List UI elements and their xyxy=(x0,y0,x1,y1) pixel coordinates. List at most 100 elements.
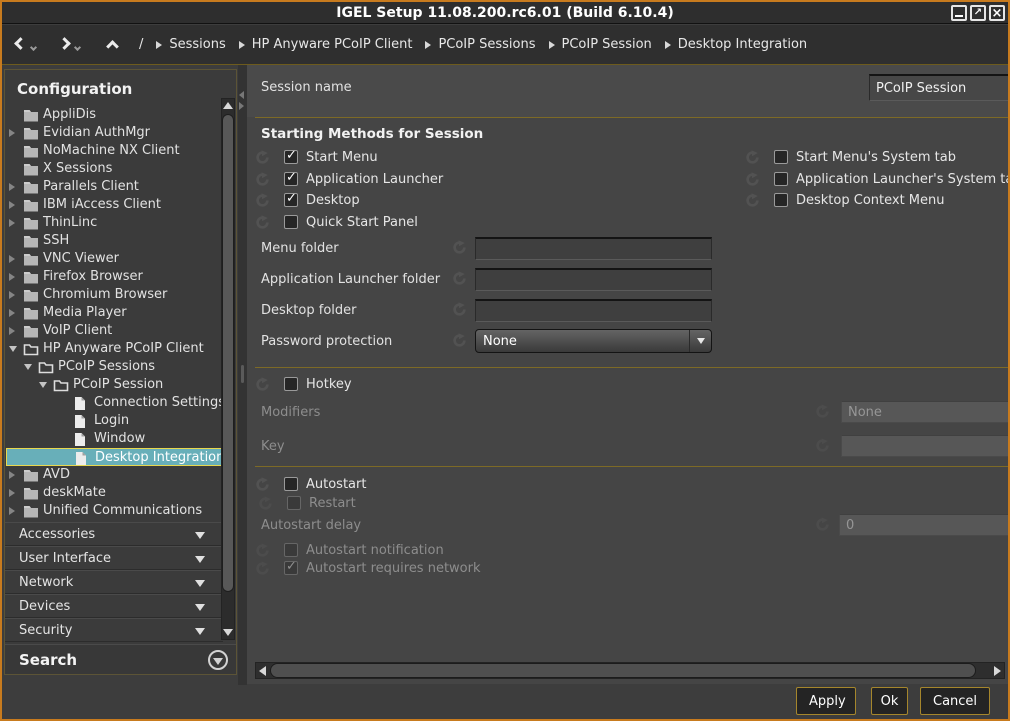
sidebar-item-x-sessions[interactable]: X Sessions xyxy=(5,160,236,178)
minimize-button[interactable] xyxy=(951,5,967,21)
sidebar-item-pcoip-sessions[interactable]: PCoIP Sessions xyxy=(5,358,236,376)
reset-to-default-icon[interactable] xyxy=(452,271,467,286)
autostart-checkbox[interactable] xyxy=(284,477,298,491)
cancel-button[interactable]: Cancel xyxy=(920,687,990,715)
reset-to-default-icon[interactable] xyxy=(745,150,760,165)
reset-to-default-icon[interactable] xyxy=(255,193,270,208)
expander-collapsed-icon[interactable] xyxy=(9,291,15,299)
expander-collapsed-icon[interactable] xyxy=(9,183,15,191)
search-section[interactable]: Search xyxy=(5,644,236,675)
apply-button[interactable]: Apply xyxy=(796,687,856,715)
sidebar-item-connection-settings[interactable]: Connection Settings xyxy=(5,394,236,412)
start-menu-checkbox[interactable] xyxy=(284,150,298,164)
checkbox-row-desktop[interactable]: Desktop xyxy=(255,191,360,209)
horizontal-scrollbar-thumb[interactable] xyxy=(270,663,976,678)
scroll-up-button[interactable] xyxy=(222,99,234,112)
menu-folder-input[interactable] xyxy=(475,237,712,260)
quick-start-panel-checkbox[interactable] xyxy=(284,215,298,229)
expander-collapsed-icon[interactable] xyxy=(9,201,15,209)
sidebar-item-nomachine-nx-client[interactable]: NoMachine NX Client xyxy=(5,142,236,160)
expander-collapsed-icon[interactable] xyxy=(9,327,15,335)
sidebar-item-thinlinc[interactable]: ThinLinc xyxy=(5,214,236,232)
breadcrumb-item-pcoip-sessions[interactable]: PCoIP Sessions xyxy=(438,37,535,52)
desktop-context-menu-checkbox[interactable] xyxy=(774,193,788,207)
sidebar-item-ibm-iaccess-client[interactable]: IBM iAccess Client xyxy=(5,196,236,214)
expander-collapsed-icon[interactable] xyxy=(9,309,15,317)
reset-to-default-icon[interactable] xyxy=(255,477,270,492)
password-protection-dropdown[interactable]: None xyxy=(475,329,712,353)
sidebar-item-chromium-browser[interactable]: Chromium Browser xyxy=(5,286,236,304)
breadcrumb-item-sessions[interactable]: Sessions xyxy=(169,37,225,52)
checkbox-row-start-menu-s-system-tab[interactable]: Start Menu's System tab xyxy=(745,148,956,166)
back-button[interactable] xyxy=(16,39,36,50)
splitter-handle[interactable] xyxy=(241,365,244,383)
forward-history-dropdown-icon[interactable] xyxy=(74,44,81,51)
titlebar[interactable]: IGEL Setup 11.08.200.rc6.01 (Build 6.10.… xyxy=(2,2,1008,24)
sidebar-item-media-player[interactable]: Media Player xyxy=(5,304,236,322)
checkbox-row-application-launcher-s-system-tab[interactable]: Application Launcher's System tab xyxy=(745,170,1010,188)
sidebar-scrollbar[interactable] xyxy=(221,98,235,640)
breadcrumb-item-hp-anyware-pcoip-client[interactable]: HP Anyware PCoIP Client xyxy=(252,37,413,52)
reset-to-default-icon[interactable] xyxy=(745,172,760,187)
maximize-button[interactable]: ↗ xyxy=(970,5,986,21)
scroll-right-button[interactable] xyxy=(991,663,1004,678)
sidebar-item-vnc-viewer[interactable]: VNC Viewer xyxy=(5,250,236,268)
dropdown-arrow-button[interactable] xyxy=(689,330,711,352)
application-launcher-checkbox[interactable] xyxy=(284,172,298,186)
expander-expanded-icon[interactable] xyxy=(9,346,17,352)
sidebar-item-hp-anyware-pcoip-client[interactable]: HP Anyware PCoIP Client xyxy=(5,340,236,358)
application-launcher-s-system-tab-checkbox[interactable] xyxy=(774,172,788,186)
breadcrumb-item-pcoip-session[interactable]: PCoIP Session xyxy=(562,37,652,52)
checkbox-row-desktop-context-menu[interactable]: Desktop Context Menu xyxy=(745,191,945,209)
sidebar-section-devices[interactable]: Devices xyxy=(5,594,223,618)
back-history-dropdown-icon[interactable] xyxy=(30,44,37,51)
forward-button[interactable] xyxy=(60,39,80,50)
sidebar-item-ssh[interactable]: SSH xyxy=(5,232,236,250)
sidebar-item-applidis[interactable]: AppliDis xyxy=(5,106,236,124)
splitter-collapse-icons[interactable] xyxy=(239,91,244,110)
reset-to-default-icon[interactable] xyxy=(255,377,270,392)
reset-to-default-icon[interactable] xyxy=(452,333,467,348)
expander-collapsed-icon[interactable] xyxy=(9,255,15,263)
sidebar-item-pcoip-session[interactable]: PCoIP Session xyxy=(5,376,236,394)
expander-collapsed-icon[interactable] xyxy=(9,219,15,227)
sidebar-item-unified-communications[interactable]: Unified Communications xyxy=(5,502,236,520)
sidebar-section-user-interface[interactable]: User Interface xyxy=(5,546,223,570)
sidebar-item-deskmate[interactable]: deskMate xyxy=(5,484,236,502)
scroll-down-button[interactable] xyxy=(222,626,234,639)
hotkey-checkbox[interactable] xyxy=(284,377,298,391)
reset-to-default-icon[interactable] xyxy=(255,215,270,230)
sidebar-section-network[interactable]: Network xyxy=(5,570,223,594)
expander-collapsed-icon[interactable] xyxy=(9,129,15,137)
reset-to-default-icon[interactable] xyxy=(452,240,467,255)
sidebar-item-evidian-authmgr[interactable]: Evidian AuthMgr xyxy=(5,124,236,142)
sidebar-item-desktop-integration[interactable]: Desktop Integration xyxy=(6,448,225,466)
horizontal-scrollbar[interactable] xyxy=(255,662,1005,679)
checkbox-row-application-launcher[interactable]: Application Launcher xyxy=(255,170,443,188)
sidebar-item-voip-client[interactable]: VoIP Client xyxy=(5,322,236,340)
sidebar-scrollbar-thumb[interactable] xyxy=(222,114,234,592)
desktop-folder-input[interactable] xyxy=(475,299,712,322)
session-name-input[interactable] xyxy=(869,74,1010,101)
reset-to-default-icon[interactable] xyxy=(255,150,270,165)
close-button[interactable]: × xyxy=(989,5,1005,21)
expander-collapsed-icon[interactable] xyxy=(9,471,15,479)
checkbox-row-autostart[interactable]: Autostart xyxy=(255,475,366,493)
expander-expanded-icon[interactable] xyxy=(24,364,32,370)
reset-to-default-icon[interactable] xyxy=(452,302,467,317)
ok-button[interactable]: Ok xyxy=(871,687,908,715)
expander-expanded-icon[interactable] xyxy=(39,382,47,388)
panel-splitter[interactable] xyxy=(238,65,247,685)
up-button[interactable] xyxy=(108,39,117,51)
desktop-checkbox[interactable] xyxy=(284,193,298,207)
sidebar-section-security[interactable]: Security xyxy=(5,618,223,642)
start-menu-s-system-tab-checkbox[interactable] xyxy=(774,150,788,164)
scroll-left-button[interactable] xyxy=(256,663,269,678)
checkbox-row-start-menu[interactable]: Start Menu xyxy=(255,148,378,166)
expander-collapsed-icon[interactable] xyxy=(9,489,15,497)
reset-to-default-icon[interactable] xyxy=(255,172,270,187)
expander-collapsed-icon[interactable] xyxy=(9,507,15,515)
expander-collapsed-icon[interactable] xyxy=(9,273,15,281)
sidebar-item-avd[interactable]: AVD xyxy=(5,466,236,484)
sidebar-item-parallels-client[interactable]: Parallels Client xyxy=(5,178,236,196)
